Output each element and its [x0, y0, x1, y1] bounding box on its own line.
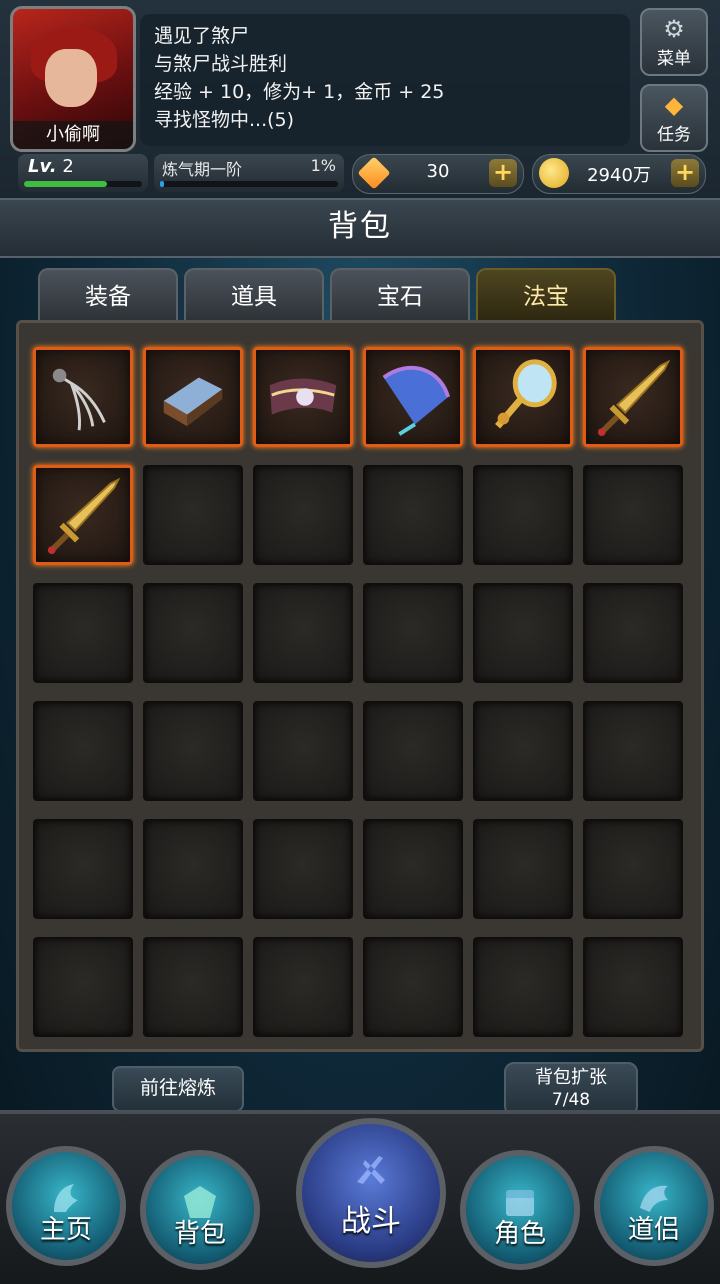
nav-home[interactable]: 主页	[6, 1146, 126, 1266]
whip-icon	[52, 368, 106, 431]
fan-icon	[382, 365, 451, 436]
bag-count: 7/48	[551, 1090, 591, 1110]
log-line: 与煞尸战斗胜利	[154, 53, 288, 75]
smelt-button[interactable]: 前往熔炼	[112, 1066, 244, 1112]
cultivation-indicator: 炼气期一阶 1%	[154, 154, 344, 192]
inventory-panel	[16, 320, 704, 1052]
tab-gems[interactable]: 宝石	[330, 268, 470, 320]
cultivation-stage: 炼气期一阶	[162, 160, 243, 179]
inventory-slot[interactable]	[583, 819, 683, 919]
inventory-slot[interactable]	[143, 701, 243, 801]
inventory-slot[interactable]	[33, 937, 133, 1037]
menu-label: 菜单	[657, 49, 691, 69]
cultivation-bar-fill	[160, 181, 164, 187]
inventory-slot[interactable]	[473, 937, 573, 1037]
inventory-slot[interactable]	[253, 819, 353, 919]
gear-icon: ⚙	[663, 15, 685, 43]
log-line: 寻找怪物中...(5)	[154, 109, 295, 131]
gem-icon	[357, 156, 391, 190]
inventory-slot[interactable]	[33, 819, 133, 919]
player-avatar[interactable]: 小偷啊	[10, 6, 136, 152]
nav-label: 道侣	[627, 1215, 680, 1245]
inventory-slot[interactable]	[473, 347, 573, 447]
inventory-slot[interactable]	[363, 819, 463, 919]
inventory-slot[interactable]	[33, 583, 133, 683]
gold-coin-icon	[539, 158, 569, 188]
inventory-slot[interactable]	[363, 465, 463, 565]
inventory-slot[interactable]	[363, 583, 463, 683]
cultivation-bar	[160, 181, 338, 187]
inventory-slot[interactable]	[143, 583, 243, 683]
nav-companion[interactable]: 道侣	[594, 1146, 714, 1266]
nav-bag[interactable]: 背包	[140, 1150, 260, 1270]
inventory-slot[interactable]	[143, 347, 243, 447]
inventory-slot[interactable]	[473, 583, 573, 683]
page-title: 背包	[328, 209, 392, 244]
gem-amount: 30	[426, 161, 450, 182]
nav-label: 背包	[173, 1219, 226, 1249]
inventory-slot[interactable]	[473, 819, 573, 919]
nav-battle[interactable]: 战斗	[296, 1118, 446, 1268]
inventory-slot[interactable]	[473, 701, 573, 801]
player-name: 小偷啊	[13, 121, 133, 149]
tab-treasures[interactable]: 法宝	[476, 268, 616, 320]
battle-log: 遇见了煞尸 与煞尸战斗胜利 经验 + 10，修为+ 1，金币 + 25 寻找怪物…	[140, 14, 630, 146]
gold-amount: 2940万	[587, 165, 651, 186]
inventory-slot[interactable]	[473, 465, 573, 565]
nav-label: 战斗	[341, 1204, 401, 1239]
level-text: Lv. 2	[28, 156, 74, 177]
inventory-slot[interactable]	[143, 937, 243, 1037]
swords-icon	[357, 1156, 385, 1184]
task-button[interactable]: ◆ 任务	[640, 84, 708, 152]
inventory-slot[interactable]	[363, 347, 463, 447]
inventory-slot[interactable]	[253, 701, 353, 801]
top-status-bar: 小偷啊 遇见了煞尸 与煞尸战斗胜利 经验 + 10，修为+ 1，金币 + 25 …	[0, 0, 720, 200]
inventory-slot[interactable]	[253, 937, 353, 1037]
expand-bag-button[interactable]: 背包扩张 7/48	[504, 1062, 638, 1116]
inventory-slot[interactable]	[583, 583, 683, 683]
inventory-slot[interactable]	[33, 347, 133, 447]
banner-icon	[269, 378, 337, 415]
gold-counter: 2940万 +	[532, 154, 706, 194]
inventory-slot[interactable]	[363, 937, 463, 1037]
exp-bar	[24, 181, 142, 187]
inventory-slot[interactable]	[33, 701, 133, 801]
inventory-slot[interactable]	[583, 347, 683, 447]
inventory-slot[interactable]	[253, 465, 353, 565]
inventory-slot[interactable]	[583, 465, 683, 565]
diamond-icon: ◆	[664, 91, 684, 119]
inventory-slot[interactable]	[253, 583, 353, 683]
log-line: 遇见了煞尸	[154, 25, 250, 47]
mirror-icon	[495, 359, 557, 429]
add-gems-button[interactable]: +	[489, 159, 517, 187]
tab-equipment[interactable]: 装备	[38, 268, 178, 320]
log-line: 经验 + 10，修为+ 1，金币 + 25	[154, 81, 445, 103]
nav-label: 角色	[493, 1219, 546, 1249]
nav-character[interactable]: 角色	[460, 1150, 580, 1270]
menu-button[interactable]: ⚙ 菜单	[640, 8, 708, 76]
nav-label: 主页	[39, 1215, 92, 1245]
sword-icon	[597, 359, 671, 437]
inventory-slot[interactable]	[253, 347, 353, 447]
gem-counter: 30 +	[352, 154, 524, 194]
scroll-icon	[163, 377, 223, 427]
avatar-face	[45, 49, 97, 107]
inventory-slot[interactable]	[143, 465, 243, 565]
cultivation-percent: 1%	[310, 156, 336, 175]
task-label: 任务	[657, 125, 691, 145]
inventory-slot[interactable]	[33, 465, 133, 565]
inventory-slot[interactable]	[143, 819, 243, 919]
inventory-slot[interactable]	[363, 701, 463, 801]
exp-bar-fill	[24, 181, 107, 187]
sword-icon	[47, 477, 121, 555]
expand-label: 背包扩张	[535, 1067, 607, 1088]
bag-title-bar: 背包	[0, 198, 720, 258]
add-gold-button[interactable]: +	[671, 159, 699, 187]
inventory-slot[interactable]	[583, 937, 683, 1037]
level-indicator: Lv. 2	[18, 154, 148, 192]
inventory-slot[interactable]	[583, 701, 683, 801]
tab-items[interactable]: 道具	[184, 268, 324, 320]
